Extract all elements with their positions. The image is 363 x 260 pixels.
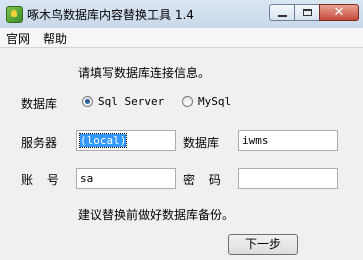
server-input-value: (local) bbox=[78, 133, 128, 148]
connection-form: 请填写数据库连接信息。 数据库 Sql Server MySql 服务器 (lo… bbox=[0, 48, 363, 260]
radio-unselected-icon bbox=[182, 96, 193, 107]
caption-buttons: ✕ bbox=[269, 4, 359, 22]
minimize-button[interactable] bbox=[269, 4, 295, 21]
radio-selected-icon bbox=[82, 96, 93, 107]
radio-sqlserver[interactable]: Sql Server bbox=[82, 95, 164, 108]
minimize-icon bbox=[277, 14, 287, 17]
menu-item-help[interactable]: 帮助 bbox=[43, 30, 67, 47]
app-window: 啄木鸟数据库内容替换工具 1.4 ✕ 官网 帮助 请填写数据库连接信息。 数据库… bbox=[0, 0, 363, 260]
maximize-icon bbox=[302, 9, 312, 16]
account-label: 账 号 bbox=[21, 173, 59, 187]
backup-advice-text: 建议替换前做好数据库备份。 bbox=[78, 208, 235, 222]
password-input[interactable] bbox=[238, 168, 338, 189]
radio-sqlserver-label: Sql Server bbox=[98, 95, 165, 108]
maximize-button[interactable] bbox=[294, 4, 320, 21]
menu-bar: 官网 帮助 bbox=[0, 28, 363, 48]
server-input[interactable]: (local) bbox=[76, 130, 176, 151]
database-label: 数据库 bbox=[183, 136, 220, 150]
radio-mysql-label: MySql bbox=[198, 95, 232, 108]
db-type-label: 数据库 bbox=[21, 97, 58, 111]
title-bar[interactable]: 啄木鸟数据库内容替换工具 1.4 ✕ bbox=[0, 0, 363, 29]
next-button[interactable]: 下一步 bbox=[228, 234, 298, 255]
database-input[interactable]: iwms bbox=[238, 130, 338, 151]
close-icon: ✕ bbox=[333, 5, 345, 20]
instruction-text: 请填写数据库连接信息。 bbox=[78, 66, 211, 80]
close-button[interactable]: ✕ bbox=[319, 4, 359, 21]
account-input[interactable]: sa bbox=[76, 168, 176, 189]
radio-mysql[interactable]: MySql bbox=[182, 95, 231, 108]
window-title: 啄木鸟数据库内容替换工具 1.4 bbox=[27, 8, 194, 22]
app-icon bbox=[6, 6, 23, 23]
password-label: 密 码 bbox=[183, 173, 221, 187]
server-label: 服务器 bbox=[21, 136, 58, 150]
menu-item-website[interactable]: 官网 bbox=[6, 30, 30, 47]
